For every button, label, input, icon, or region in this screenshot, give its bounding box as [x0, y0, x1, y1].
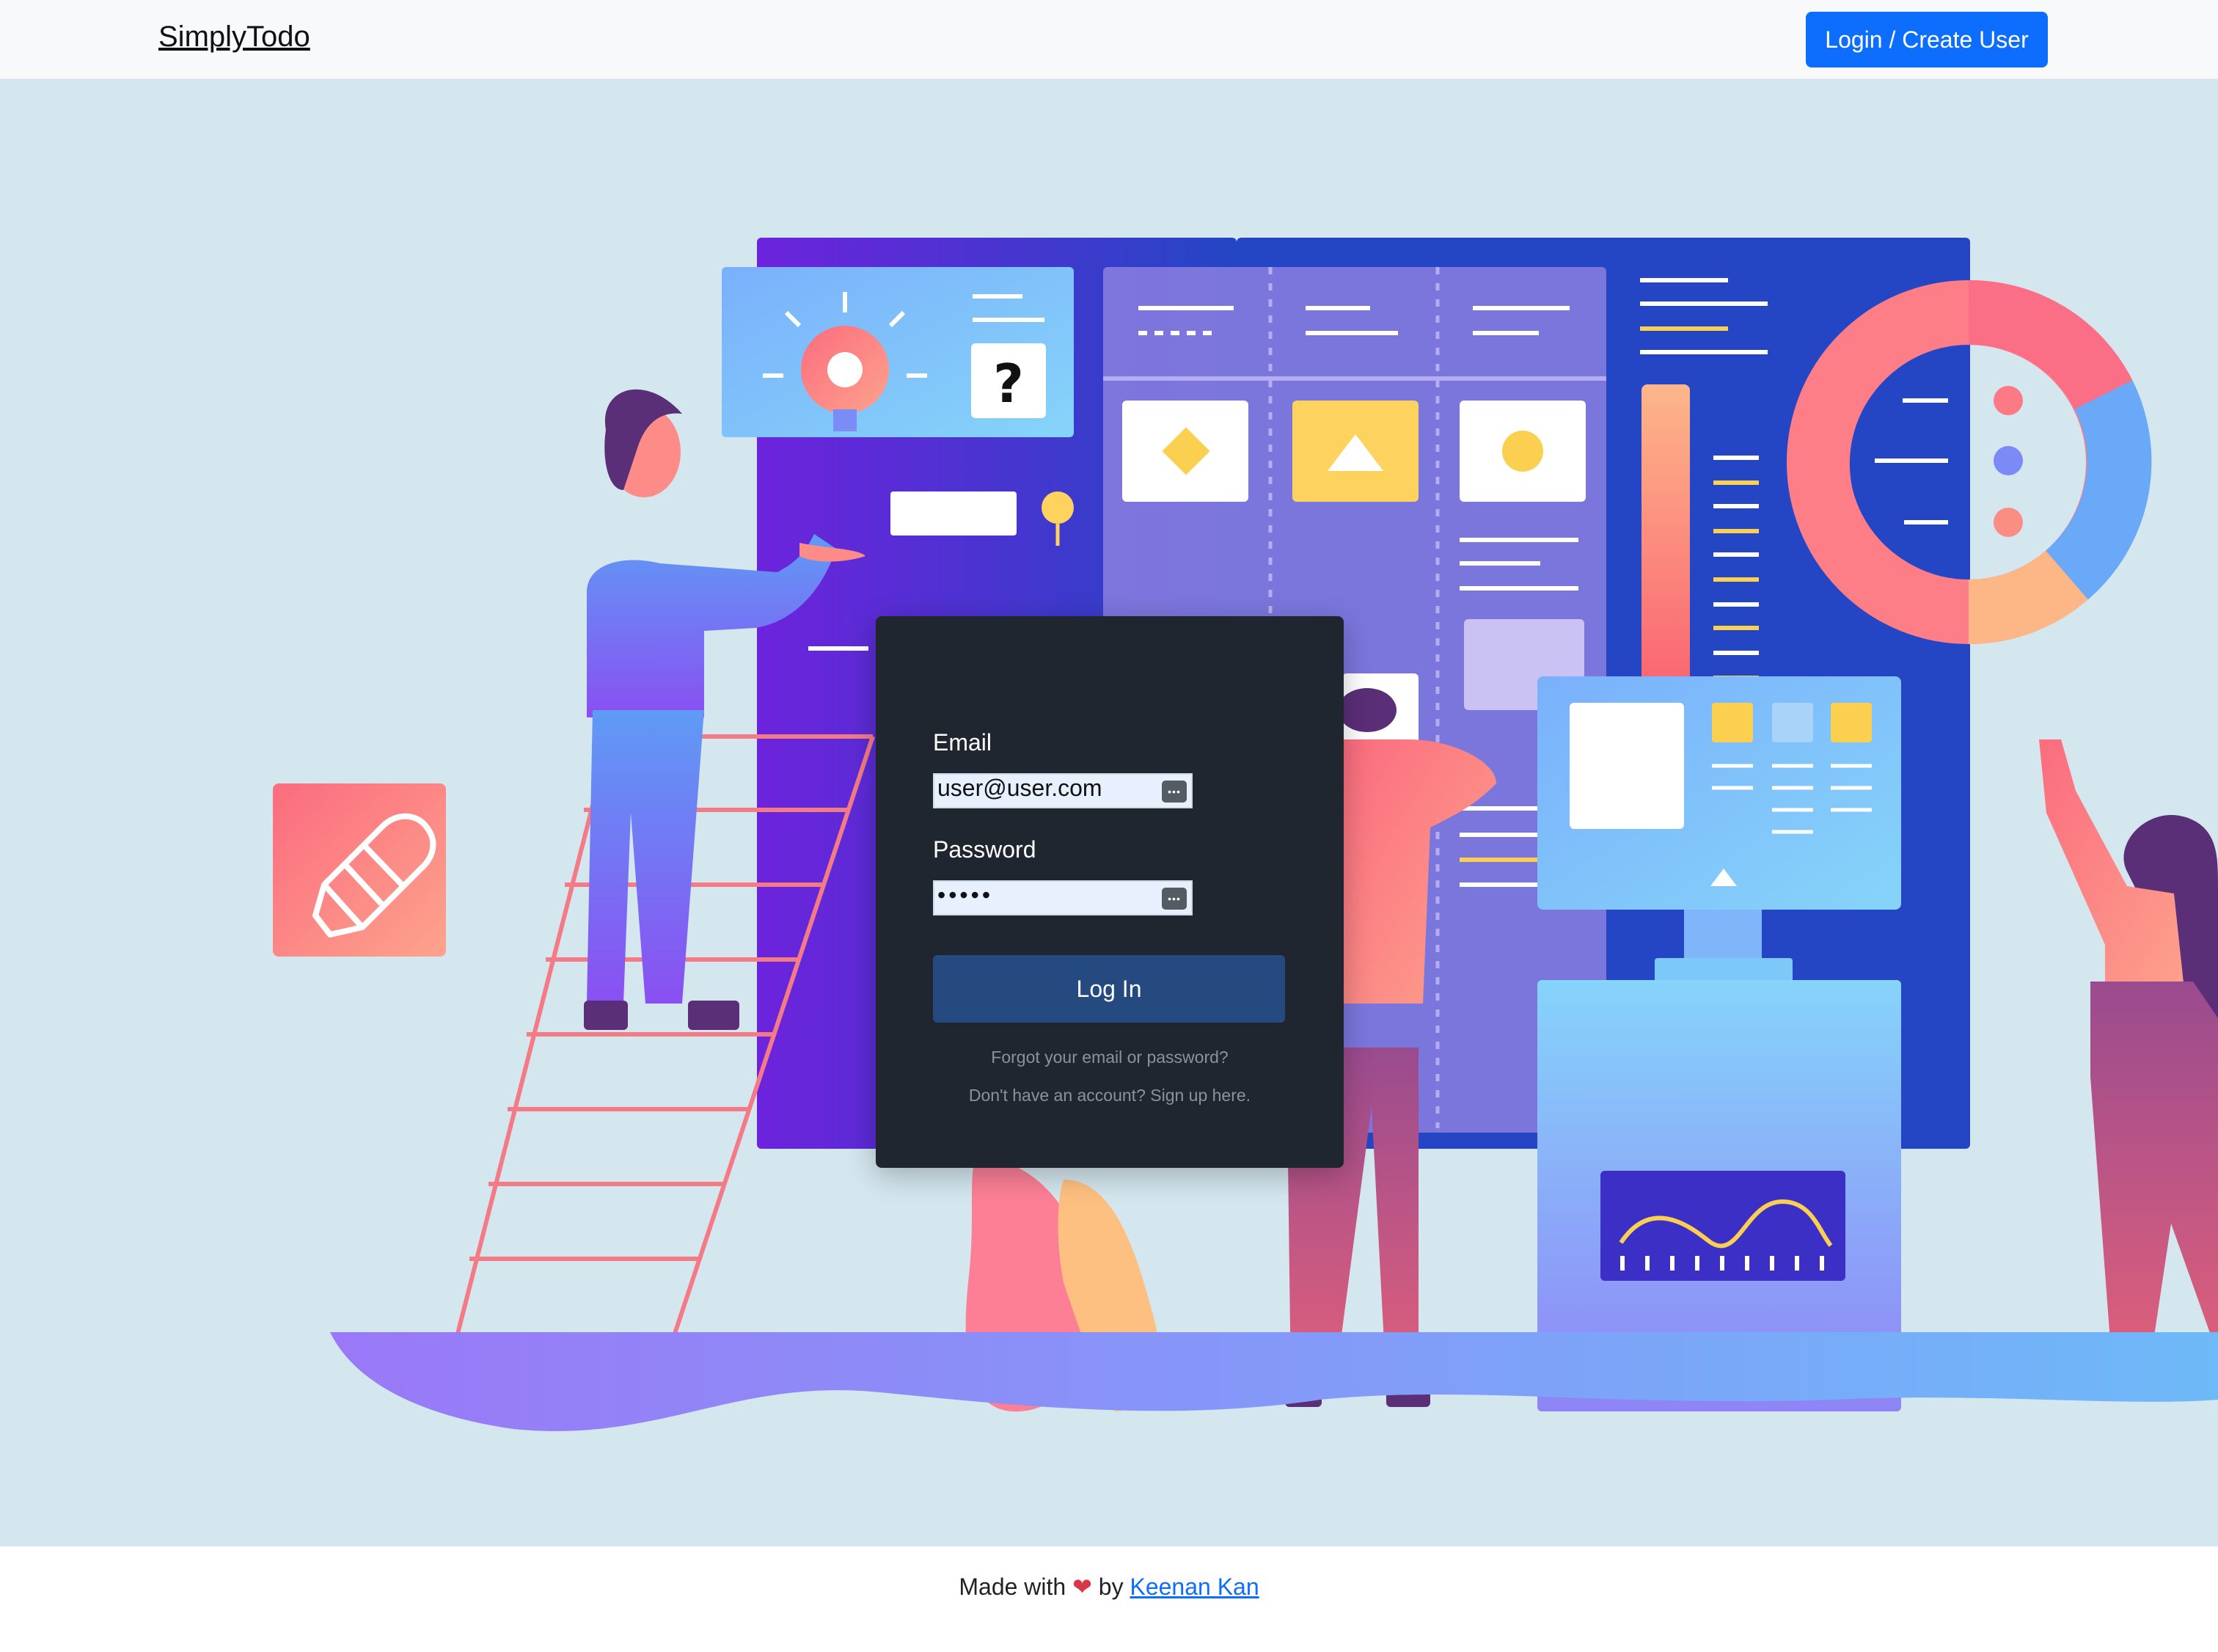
top-navbar: SimplyTodo Login / Create User — [0, 0, 2218, 79]
footer: Made with ❤ by Keenan Kan — [0, 1546, 2218, 1652]
footer-made-with: Made with — [959, 1574, 1066, 1600]
login-card: Email user@user.com ••• Password ••••• •… — [876, 616, 1344, 1168]
question-mark: ? — [993, 353, 1024, 414]
forgot-password-link[interactable]: Forgot your email or password? — [876, 1048, 1344, 1067]
footer-credit: Made with ❤ by Keenan Kan — [0, 1573, 2218, 1601]
sign-up-link[interactable]: Don't have an account? Sign up here. — [876, 1086, 1344, 1105]
progress-bar-graphic — [1641, 384, 1690, 710]
password-label: Password — [933, 836, 1036, 863]
email-value: user@user.com — [937, 775, 1102, 801]
password-field[interactable]: ••••• ••• — [933, 880, 1193, 915]
footer-by: by — [1098, 1574, 1124, 1600]
password-value: ••••• — [937, 882, 994, 908]
key-autofill-icon[interactable]: ••• — [1162, 888, 1187, 910]
login-create-user-button[interactable]: Login / Create User — [1806, 12, 2048, 67]
key-autofill-icon[interactable]: ••• — [1162, 781, 1187, 803]
email-field[interactable]: user@user.com ••• — [933, 773, 1193, 808]
person-right — [2039, 739, 2218, 1400]
hero-illustration: ? Email user@user.com ••• Password •••••… — [0, 79, 2218, 1546]
author-link[interactable]: Keenan Kan — [1130, 1574, 1259, 1600]
floor-graphic — [330, 1332, 2218, 1431]
email-label: Email — [933, 729, 992, 756]
log-in-button[interactable]: Log In — [933, 955, 1285, 1023]
heart-icon: ❤ — [1072, 1574, 1092, 1600]
brand-link[interactable]: SimplyTodo — [158, 21, 310, 54]
